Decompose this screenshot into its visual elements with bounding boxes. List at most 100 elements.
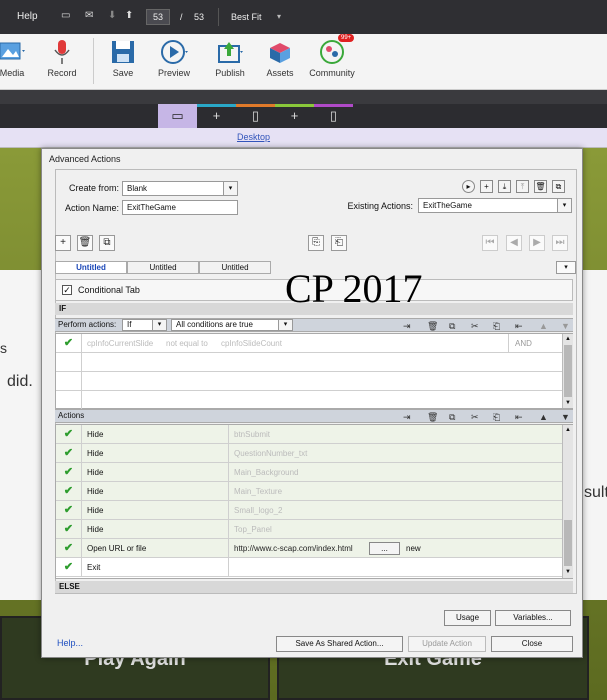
delete-row-icon[interactable]: 🗑 — [427, 320, 438, 332]
scroll-up-icon[interactable]: ▲ — [563, 425, 573, 435]
insert-row-icon[interactable]: ⇥ — [403, 320, 411, 332]
check-icon: ✔ — [56, 539, 82, 558]
action-row[interactable]: ✔ Hide Main_Texture — [56, 482, 562, 501]
tab-menu-chevron-icon[interactable]: ▾ — [556, 261, 576, 274]
tablet-device-icon[interactable]: ▯ — [236, 104, 275, 128]
help-menu[interactable]: Help — [17, 11, 38, 22]
insert-row-icon[interactable]: ⇥ — [403, 411, 411, 423]
move-up-icon[interactable]: ▲ — [539, 320, 548, 332]
chevron-down-icon[interactable]: ▾ — [277, 12, 281, 21]
paste-row-icon[interactable]: ⎗ — [493, 320, 500, 332]
main-toolbar: Media Record Save Preview Publish Assets… — [0, 34, 607, 90]
comment-icon[interactable]: ▭ — [61, 11, 73, 21]
last-tab-icon[interactable]: ⏭ — [552, 235, 568, 251]
action-row[interactable]: ✔ Hide Main_Background — [56, 463, 562, 482]
add-row-icon[interactable]: ⇤ — [515, 320, 523, 332]
tab-untitled-2[interactable]: Untitled — [127, 261, 199, 274]
add-breakpoint-icon[interactable]: + — [275, 104, 314, 128]
tab-untitled-1[interactable]: Untitled — [55, 261, 127, 274]
action-row[interactable]: ✔ Hide Small_logo_2 — [56, 501, 562, 520]
empty-cell — [56, 372, 82, 391]
variables-button[interactable]: Variables... — [495, 610, 571, 626]
page-number-input[interactable]: 53 — [146, 9, 170, 25]
delete-action-icon[interactable]: 🗑 — [534, 180, 547, 193]
assets-button[interactable]: Assets — [252, 34, 308, 90]
tab-untitled-3[interactable]: Untitled — [199, 261, 271, 274]
duplicate-action-icon[interactable]: ⧉ — [552, 180, 565, 193]
cut-row-icon[interactable]: ✂ — [471, 320, 479, 332]
paste-icon[interactable]: ⎗ — [331, 235, 347, 251]
add-breakpoint-icon[interactable]: + — [197, 104, 236, 128]
desktop-device-icon[interactable]: ▭ — [158, 104, 197, 128]
next-tab-icon[interactable]: ▶ — [529, 235, 545, 251]
zoom-select[interactable]: Best Fit — [231, 12, 262, 22]
record-button[interactable]: Record — [34, 34, 90, 90]
condition-row-empty[interactable] — [56, 353, 562, 372]
first-tab-icon[interactable]: ⏮ — [482, 235, 498, 251]
move-down-icon[interactable]: ▼ — [561, 411, 570, 423]
action-name-input[interactable]: ExitTheGame — [122, 200, 238, 215]
condition-row-empty[interactable] — [56, 391, 562, 410]
slide-text-fragment: s — [0, 340, 7, 356]
arrow-up-icon[interactable]: ⬆ — [125, 11, 137, 21]
condition-row-empty[interactable] — [56, 372, 562, 391]
preview-button[interactable]: Preview — [146, 34, 202, 90]
perform-select[interactable]: If ▾ — [122, 319, 167, 331]
help-link[interactable]: Help... — [57, 638, 83, 648]
condition-scrollbar[interactable]: ▲ ▼ — [562, 334, 573, 408]
delete-row-icon[interactable]: 🗑 — [427, 411, 438, 423]
create-from-select[interactable]: Blank ▾ — [122, 181, 238, 196]
community-label: Community — [309, 68, 355, 78]
scroll-thumb[interactable] — [564, 345, 572, 397]
actions-scrollbar[interactable]: ▲ ▼ — [562, 425, 573, 578]
advanced-actions-dialog: Advanced Actions Create from: Blank ▾ Ac… — [41, 148, 583, 658]
check-icon: ✔ — [56, 501, 82, 520]
move-down-icon[interactable]: ▼ — [561, 320, 570, 332]
copy-row-icon[interactable]: ⧉ — [449, 320, 455, 332]
update-action-button[interactable]: Update Action — [408, 636, 486, 652]
save-button[interactable]: Save — [95, 34, 151, 90]
action-row[interactable]: ✔ Hide btnSubmit — [56, 425, 562, 444]
close-button[interactable]: Close — [491, 636, 573, 652]
paste-row-icon[interactable]: ⎗ — [493, 411, 500, 423]
scroll-up-icon[interactable]: ▲ — [563, 334, 573, 344]
add-action-icon[interactable]: + — [480, 180, 493, 193]
usage-button[interactable]: Usage — [444, 610, 491, 626]
browse-button[interactable]: ... — [369, 542, 400, 555]
scroll-down-icon[interactable]: ▼ — [563, 398, 573, 408]
mail-icon[interactable]: ✉ — [85, 11, 97, 21]
mobile-device-icon[interactable]: ▯ — [314, 104, 353, 128]
desktop-breakpoint-link[interactable]: Desktop — [237, 132, 270, 142]
export-icon[interactable]: ⤒ — [516, 180, 529, 193]
conditions-select[interactable]: All conditions are true ▾ — [171, 319, 293, 331]
condition-row[interactable]: ✔ cpInfoCurrentSlide not equal to cpInfo… — [56, 334, 562, 353]
page-total: 53 — [194, 12, 205, 22]
delete-tab-icon[interactable]: 🗑 — [77, 235, 93, 251]
action-row[interactable]: ✔ Open URL or file http://www.c-scap.com… — [56, 539, 562, 558]
copy-row-icon[interactable]: ⧉ — [449, 411, 455, 423]
cut-row-icon[interactable]: ✂ — [471, 411, 479, 423]
conditional-tab-checkbox[interactable]: ✓ — [62, 285, 72, 295]
add-row-icon[interactable]: ⇤ — [515, 411, 523, 423]
action-row[interactable]: ✔ Hide QuestionNumber_txt — [56, 444, 562, 463]
preview-action-icon[interactable]: ▸ — [462, 180, 475, 193]
previous-tab-icon[interactable]: ◀ — [506, 235, 522, 251]
import-icon[interactable]: ⤓ — [498, 180, 511, 193]
existing-actions-select[interactable]: ExitTheGame ▾ — [418, 198, 572, 213]
action-row[interactable]: ✔ Hide Top_Panel — [56, 520, 562, 539]
move-up-icon[interactable]: ▲ — [539, 411, 548, 423]
scroll-thumb[interactable] — [564, 520, 572, 566]
save-as-shared-action-button[interactable]: Save As Shared Action... — [276, 636, 403, 652]
slide-text-fragment: did. — [7, 373, 33, 390]
condition-logic[interactable]: AND — [508, 334, 562, 353]
scroll-down-icon[interactable]: ▼ — [563, 567, 573, 577]
community-button[interactable]: 99+ Community — [304, 34, 360, 90]
publish-button[interactable]: Publish — [202, 34, 258, 90]
arrow-down-icon[interactable]: ⬇ — [108, 11, 120, 21]
add-tab-icon[interactable]: + — [55, 235, 71, 251]
copy-icon[interactable]: ⎘ — [308, 235, 324, 251]
action-row-selected[interactable]: ✔ Exit — [56, 558, 562, 577]
action-target: QuestionNumber_txt — [228, 444, 564, 463]
duplicate-tab-icon[interactable]: ⧉ — [99, 235, 115, 251]
existing-actions-label: Existing Actions: — [347, 201, 413, 211]
